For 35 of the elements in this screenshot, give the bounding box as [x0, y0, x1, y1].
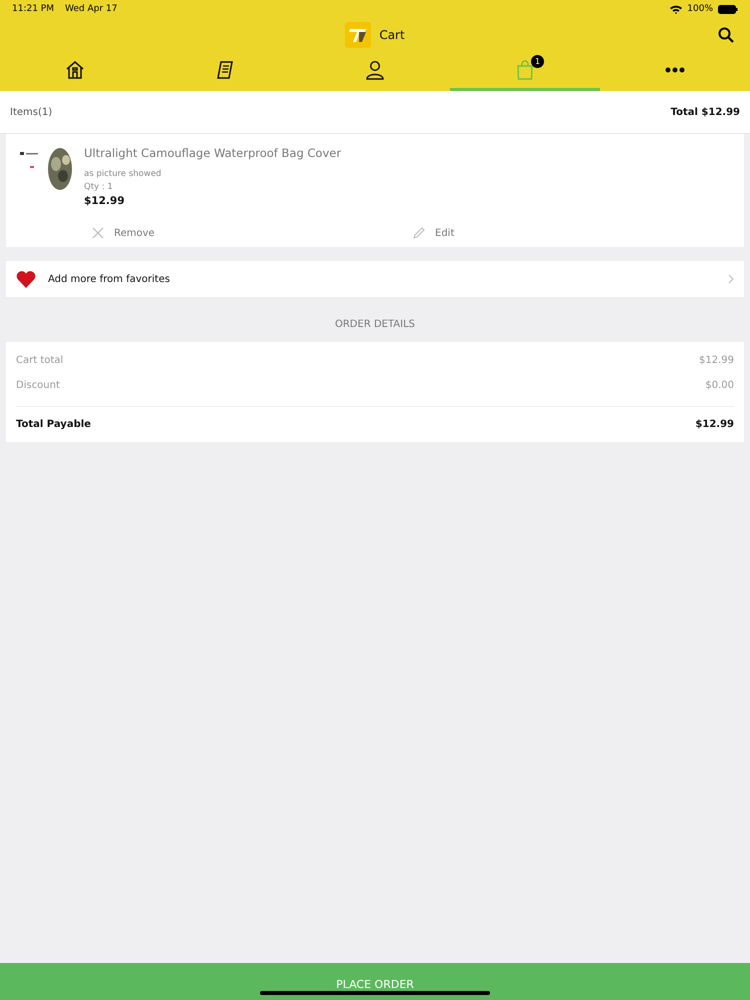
heart-icon — [16, 270, 36, 288]
battery-percent: 100% — [687, 4, 713, 14]
shopping-bag-icon — [516, 60, 534, 80]
status-time: 11:21 PM — [12, 4, 54, 14]
wifi-icon — [670, 4, 682, 14]
section-heading: ORDER DETAILS — [334, 318, 416, 332]
battery-icon — [718, 4, 738, 14]
header-title: Cart — [379, 28, 405, 42]
favorites-link[interactable]: Add more from favorites — [6, 261, 744, 297]
total-label: Total Payable — [16, 419, 91, 430]
place-order-button[interactable]: PLACE ORDER — [0, 963, 750, 1000]
cart-total: Total $12.99 — [670, 106, 740, 118]
product-quantity: Qty : 1 — [84, 182, 114, 192]
more-icon — [665, 66, 685, 72]
search-icon[interactable] — [718, 27, 734, 43]
detail-value: $0.00 — [705, 380, 734, 391]
product-name[interactable]: Ultralight Camouflage Waterproof Bag Cover — [84, 146, 342, 160]
receipt-icon — [215, 60, 235, 80]
items-count: Items(1) — [10, 106, 52, 118]
chevron-icon — [728, 274, 734, 284]
detail-label: Discount — [16, 380, 60, 391]
house-icon — [65, 60, 85, 80]
product-variant: as picture showed — [84, 169, 162, 179]
close-icon — [92, 227, 104, 239]
edit-button[interactable]: Edit — [413, 227, 454, 239]
person-icon — [366, 60, 384, 80]
remove-button[interactable]: Remove — [92, 227, 155, 239]
total-value: $12.99 — [695, 419, 734, 430]
count-badge: 1 — [531, 55, 544, 68]
detail-label: Cart total — [16, 355, 64, 366]
logo-icon — [345, 22, 372, 48]
pencil-icon — [413, 227, 425, 239]
detail-value: $12.99 — [699, 355, 734, 366]
status-date: Wed Apr 17 — [65, 4, 118, 14]
product-price: $12.99 — [84, 195, 126, 207]
